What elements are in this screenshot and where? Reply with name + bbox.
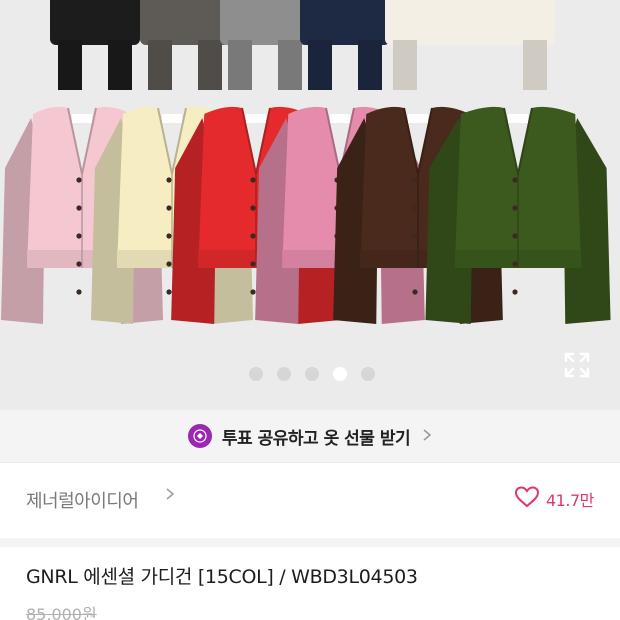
cardigan <box>425 106 611 324</box>
cardigan-top-row <box>50 0 140 90</box>
promo-text: 투표 공유하고 옷 선물 받기 <box>221 428 411 449</box>
chevron-right-icon <box>422 427 432 446</box>
gallery-dot[interactable] <box>305 367 319 381</box>
vote-share-promo-banner[interactable]: 투표 공유하고 옷 선물 받기 <box>0 410 620 462</box>
gallery-dot[interactable] <box>361 367 375 381</box>
like-button[interactable]: 41.7만 <box>514 485 594 513</box>
brand-name-link[interactable]: 제너럴아이디어 <box>26 487 139 513</box>
section-divider <box>0 538 620 547</box>
like-count: 41.7만 <box>546 491 594 510</box>
gallery-dot[interactable] <box>277 367 291 381</box>
product-photo <box>1 0 611 324</box>
product-title: GNRL 에센셜 가디건 [15COL] / WBD3L04503 <box>26 566 418 588</box>
gift-vote-icon <box>187 424 212 448</box>
cardigan-top-row <box>220 0 310 90</box>
product-image-gallery[interactable] <box>0 0 620 410</box>
heart-icon <box>514 485 540 513</box>
brand-row: 제너럴아이디어 41.7만 <box>0 462 620 538</box>
fullscreen-expand-icon[interactable] <box>562 350 592 380</box>
product-page: 투표 공유하고 옷 선물 받기 제너럴아이디어 41.7만 GNRL 에센셜 가… <box>0 0 620 620</box>
cardigan-top-row <box>385 0 555 90</box>
cardigan-top-row <box>300 0 390 90</box>
gallery-pagination <box>0 367 620 381</box>
cardigan-top-row <box>140 0 230 90</box>
chevron-right-icon[interactable] <box>165 486 175 507</box>
gallery-dot[interactable] <box>249 367 263 381</box>
gallery-dot[interactable] <box>333 367 347 381</box>
original-price: 85,000원 <box>26 605 97 620</box>
